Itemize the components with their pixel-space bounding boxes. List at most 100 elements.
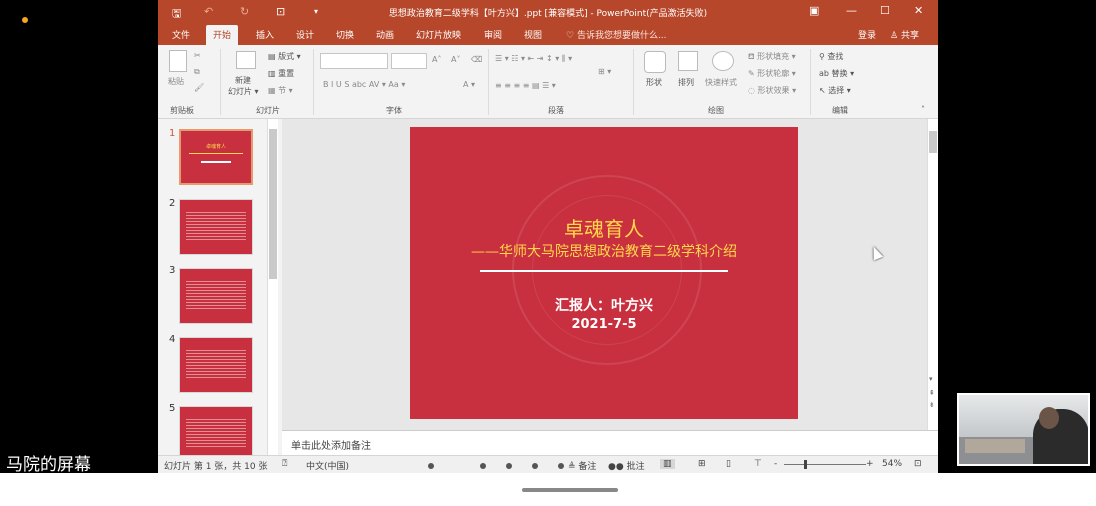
tab-home[interactable]: 开始 [206, 25, 239, 45]
new-slide-button[interactable]: 新建 [235, 75, 251, 86]
tab-view[interactable]: 视图 [524, 28, 542, 41]
replace-button[interactable]: ab 替换 ▾ [819, 68, 854, 79]
slide-scroll-thumb[interactable] [929, 131, 937, 153]
collapse-ribbon-icon[interactable]: ˄ [921, 105, 925, 114]
fit-to-window-icon[interactable]: ⊡ [914, 459, 922, 469]
zoom-slider[interactable] [784, 464, 866, 465]
section-button[interactable]: ▦ 节 ▾ [268, 85, 293, 96]
slide-date[interactable]: 2021-7-5 [410, 317, 798, 332]
comments-toggle[interactable]: ●● 批注 [608, 459, 645, 472]
select-button[interactable]: ↖ 选择 ▾ [819, 85, 851, 96]
editing-group-label: 编辑 [832, 106, 848, 115]
notes-toggle[interactable]: ≜ 备注 [568, 459, 596, 472]
zoom-level[interactable]: 54% [882, 459, 902, 469]
clear-format-icon[interactable]: ⌫ [471, 55, 482, 64]
quick-styles-icon[interactable] [712, 51, 734, 71]
paste-icon[interactable] [169, 50, 187, 72]
divider [810, 49, 811, 115]
language-indicator[interactable]: 中文(中国) [306, 459, 349, 472]
font-size-box[interactable] [391, 53, 427, 69]
webcam-thumbnail[interactable] [957, 393, 1090, 466]
cut-icon[interactable]: ✂ [194, 51, 201, 60]
slide-reporter[interactable]: 汇报人：叶方兴 [410, 295, 798, 315]
share-button[interactable]: ♙ 共享 [890, 28, 919, 41]
paste-button[interactable]: 粘贴 [168, 76, 184, 87]
tab-file[interactable]: 文件 [172, 28, 190, 41]
slide-subtitle[interactable]: ——华师大马院思想政治教育二级学科介绍 [410, 241, 798, 261]
scroll-down-icon[interactable]: ▾ [929, 375, 933, 383]
slide-thumbnail-1[interactable]: 卓魂育人 [179, 129, 253, 185]
shape-effects-button[interactable]: ◌ 形状效果 ▾ [748, 85, 796, 96]
quick-styles-button[interactable]: 快速样式 [705, 77, 737, 88]
thumbnail-scrollbar[interactable] [267, 119, 278, 455]
slideshow-view-icon[interactable]: ⊤ [754, 459, 762, 469]
tab-design[interactable]: 设计 [296, 28, 314, 41]
slide-thumbnail-3[interactable] [179, 268, 253, 324]
thumbnail-text [186, 281, 246, 311]
divider [633, 49, 634, 115]
person-icon: ♙ [890, 31, 901, 41]
ribbon-display-icon[interactable]: ▣ [809, 4, 819, 17]
font-name-box[interactable] [320, 53, 388, 69]
minimize-button[interactable]: — [846, 4, 857, 17]
grow-font-button[interactable]: A˄ [432, 55, 441, 64]
comment-icon: ●● [608, 462, 627, 472]
zoom-in-button[interactable]: + [866, 459, 874, 469]
normal-view-icon[interactable]: ▥ [660, 459, 675, 469]
thumbnail-reporter-line [201, 161, 231, 163]
current-slide[interactable]: 卓魂育人 ——华师大马院思想政治教育二级学科介绍 汇报人：叶方兴 2021-7-… [410, 127, 798, 419]
slide-thumbnail-2[interactable] [179, 199, 253, 255]
maximize-button[interactable]: ☐ [880, 4, 890, 17]
slide-title[interactable]: 卓魂育人 [410, 213, 798, 242]
slide-sorter-view-icon[interactable]: ⊞ [698, 459, 706, 469]
replace-icon: ab [819, 69, 832, 78]
notes-pane[interactable]: 单击此处添加备注 [282, 430, 938, 455]
status-dot [428, 463, 434, 469]
spell-check-icon[interactable]: ⍰ [282, 459, 287, 469]
shape-fill-button[interactable]: ⛾ 形状填充 ▾ [748, 51, 796, 62]
divider [220, 49, 221, 115]
next-slide-icon[interactable]: ⇟ [929, 401, 935, 409]
close-button[interactable]: ✕ [914, 4, 923, 17]
zoom-out-button[interactable]: - [774, 459, 777, 469]
slide-thumbnail-4[interactable] [179, 337, 253, 393]
copy-icon[interactable]: ⧉ [194, 67, 200, 77]
login-link[interactable]: 登录 [858, 28, 876, 41]
slide-scrollbar[interactable]: ▾ ⇞ ⇟ [927, 119, 938, 430]
layout-button[interactable]: ▤ 版式 ▾ [268, 51, 301, 62]
thumbnail-number: 5 [169, 403, 176, 414]
zoom-slider-knob[interactable] [804, 460, 807, 469]
font-color-button[interactable]: A ▾ [463, 80, 475, 89]
home-indicator[interactable] [522, 488, 618, 492]
status-bar: 幻灯片 第 1 张，共 10 张 ⍰ 中文(中国) ≜ 备注 ●● 批注 ▥ ⊞… [158, 455, 938, 473]
thumbnail-scroll-thumb[interactable] [269, 129, 277, 279]
alignment-icon[interactable]: ≡ ≡ ≡ ≡ ▤ ☰ ▾ [495, 81, 556, 90]
slide-thumbnail-5[interactable] [179, 406, 253, 462]
tab-slideshow[interactable]: 幻灯片放映 [416, 28, 461, 41]
shrink-font-button[interactable]: A˅ [451, 55, 460, 64]
tab-animations[interactable]: 动画 [376, 28, 394, 41]
shapes-icon[interactable] [644, 51, 666, 73]
font-format-buttons[interactable]: B I U S abc AV ▾ Aa ▾ [323, 80, 405, 89]
shapes-button[interactable]: 形状 [646, 77, 662, 88]
reading-view-icon[interactable]: ▯ [726, 459, 731, 469]
new-slide-icon[interactable] [236, 51, 256, 69]
previous-slide-icon[interactable]: ⇞ [929, 389, 935, 397]
reset-button[interactable]: ▥ 重置 [268, 68, 294, 79]
tell-me-search[interactable]: ♡ 告诉我您想要做什么... [566, 28, 667, 41]
new-slide-dropdown[interactable]: 幻灯片 ▾ [228, 86, 259, 97]
powerpoint-window: 🖫 ↶ ↻ ⊡ ▾ 思想政治教育二级学科【叶方兴】.ppt [兼容模式] - P… [158, 0, 938, 473]
list-buttons-icon[interactable]: ☰ ▾ ☷ ▾ ⇤ ⇥ ↕ ▾ ⫼ ▾ [495, 54, 572, 64]
drawing-group-label: 绘图 [708, 106, 724, 115]
arrange-button[interactable]: 排列 [678, 77, 694, 88]
thumbnail-text [186, 350, 246, 380]
arrange-icon[interactable] [678, 51, 698, 71]
format-painter-icon[interactable]: 🖌 [194, 83, 204, 92]
shape-outline-button[interactable]: ✎ 形状轮廓 ▾ [748, 68, 796, 79]
slide-count-info: 幻灯片 第 1 张，共 10 张 [164, 462, 268, 472]
tab-transitions[interactable]: 切换 [336, 28, 354, 41]
tab-review[interactable]: 审阅 [484, 28, 502, 41]
tab-insert[interactable]: 插入 [256, 28, 274, 41]
text-direction-icon[interactable]: ⊞ ▾ [598, 67, 611, 76]
find-button[interactable]: ⚲ 查找 [819, 51, 843, 62]
